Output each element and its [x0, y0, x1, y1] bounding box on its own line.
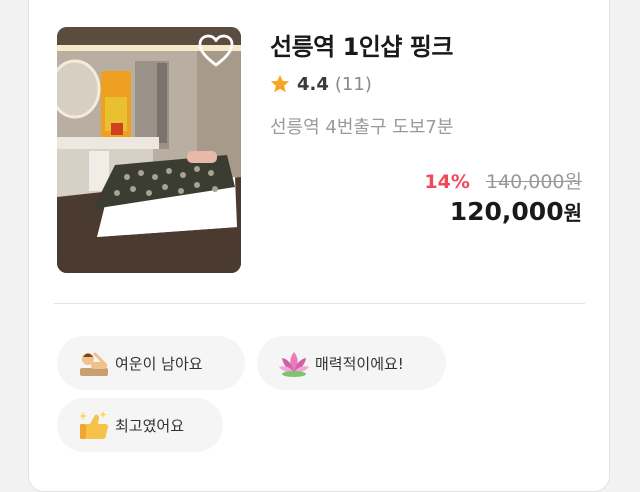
price-row: 120,000원 — [450, 197, 582, 226]
location-text: 선릉역 4번출구 도보7분 — [270, 117, 454, 138]
thumbs-up-sparkle-icon — [79, 411, 108, 439]
discount-rate: 14% — [424, 171, 470, 193]
rating-score: 4.4 — [297, 73, 329, 95]
review-chip[interactable]: 여운이 남아요 — [57, 336, 245, 390]
chip-label: 매력적이에요! — [315, 354, 404, 373]
product-title[interactable]: 선릉역 1인샵 핑크 — [270, 27, 453, 62]
favorite-heart-icon[interactable] — [198, 34, 234, 68]
review-count: (11) — [334, 73, 372, 95]
chip-label: 최고였어요 — [115, 416, 185, 435]
price-unit: 원 — [563, 201, 582, 225]
divider — [54, 303, 585, 304]
original-price: 140,000원 — [485, 171, 582, 193]
sale-price: 120,000 — [449, 197, 564, 226]
product-card[interactable]: 선릉역 1인샵 핑크 4.4 (11) 선릉역 4번출구 도보7분 14% 14… — [28, 0, 610, 492]
review-chip[interactable]: 최고였어요 — [57, 398, 223, 452]
discount-row: 14% 140,000원 — [424, 167, 582, 194]
review-chip[interactable]: 매력적이에요! — [257, 336, 446, 390]
product-image[interactable] — [57, 27, 241, 273]
chip-label: 여운이 남아요 — [115, 354, 203, 373]
lotus-icon — [279, 352, 309, 377]
massage-person-icon — [80, 352, 108, 376]
rating: 4.4 (11) — [269, 73, 372, 95]
star-icon — [270, 74, 290, 93]
